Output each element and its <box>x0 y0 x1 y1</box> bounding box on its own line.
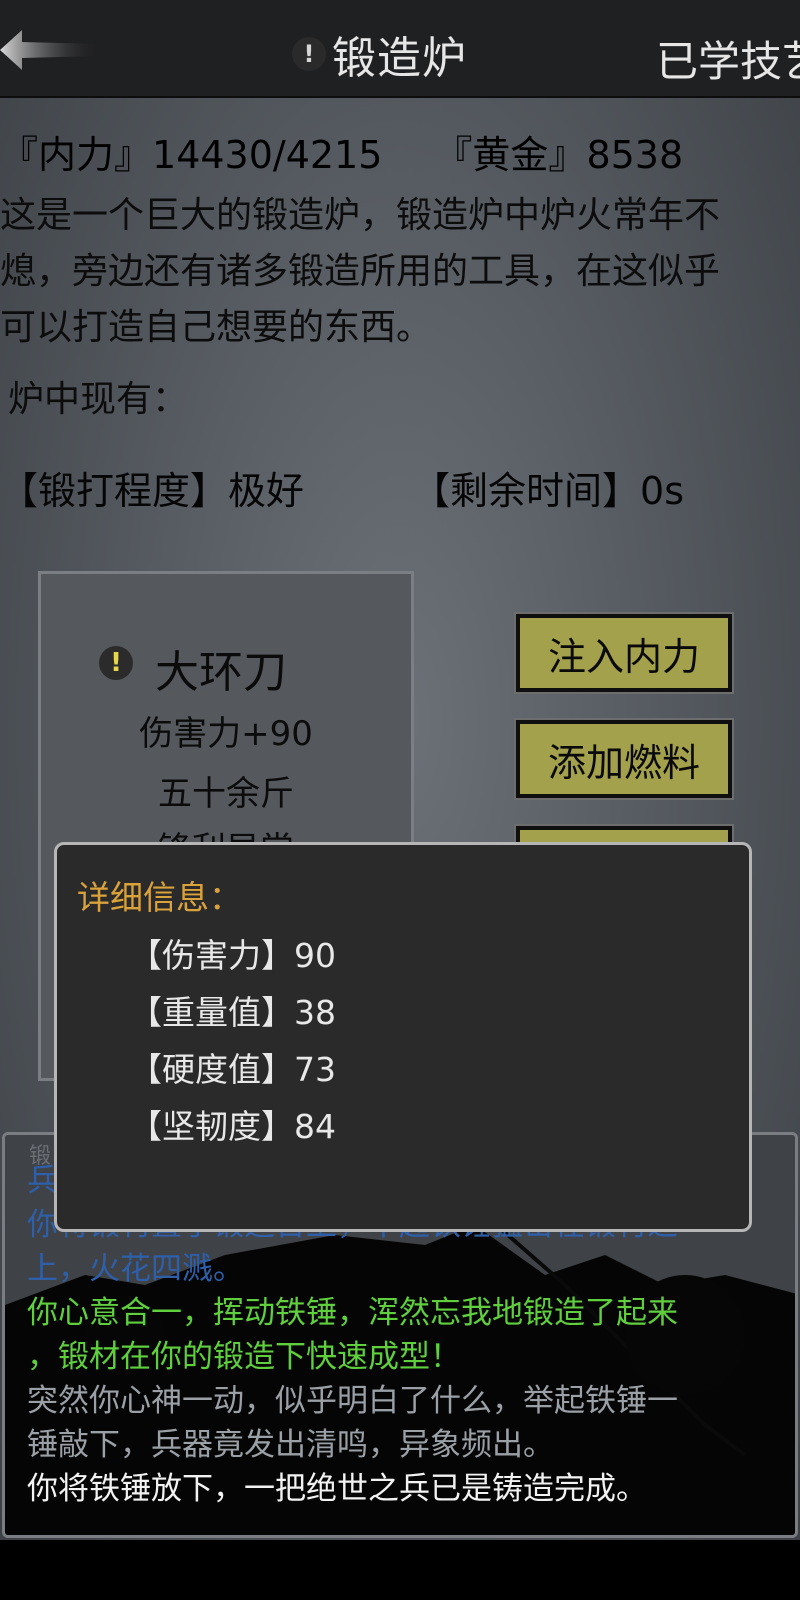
furnace-description: 这是一个巨大的锻造炉，锻造炉中炉火常年不 熄，旁边还有诸多锻造所用的工具，在这似… <box>0 188 790 356</box>
detail-title: 详细信息： <box>77 878 242 917</box>
description-line: 熄，旁边还有诸多锻造所用的工具，在这似乎 <box>0 251 721 292</box>
detail-row-weight: 【重量值】38 <box>129 986 336 1034</box>
log-line: 你将铁锤放下，一把绝世之兵已是铸造完成。 <box>27 1471 647 1507</box>
detail-value: 84 <box>294 1107 336 1146</box>
description-line: 可以打造自己想要的东西。 <box>0 307 433 348</box>
log-line: 你心意合一，挥动铁锤，浑然忘我地锻造了起来 <box>27 1295 678 1331</box>
alert-icon: ! <box>292 37 326 71</box>
detail-label: 【坚韧度】 <box>129 1107 294 1146</box>
log-line: 上，火花四溅。 <box>27 1251 244 1287</box>
detail-label: 【伤害力】 <box>129 936 294 975</box>
gold-label: 『黄金』 <box>434 133 587 177</box>
forge-level-value: 极好 <box>228 469 305 513</box>
item-attribute: 伤害力+90 <box>139 714 313 754</box>
title-wrap: ! 锻造炉 <box>292 24 467 84</box>
log-line: ，锻材在你的锻造下快速成型！ <box>27 1339 461 1375</box>
learned-skills-tab[interactable]: 已学技艺 <box>656 28 800 89</box>
inject-neili-button[interactable]: 注入内力 <box>514 612 734 694</box>
item-name: 大环刀 <box>155 647 287 698</box>
detail-row-hardness: 【硬度值】73 <box>129 1043 336 1091</box>
page-title: 锻造炉 <box>332 33 467 84</box>
remaining-time-label: 【剩余时间】 <box>412 469 641 513</box>
neili-value: 14430/4215 <box>152 133 383 177</box>
neili-label: 『内力』 <box>0 133 153 177</box>
log-line: 锤敲下，兵器竟发出清鸣，异象频出。 <box>27 1427 554 1463</box>
resource-stats: 『内力』14430/4215 『黄金』8538 <box>0 124 683 179</box>
item-alert-icon: ! <box>99 646 133 680</box>
bottom-bar <box>0 1540 800 1600</box>
gold-value: 8538 <box>586 133 684 177</box>
item-attribute: 五十余斤 <box>158 774 294 814</box>
forge-level-label: 【锻打程度】 <box>0 469 229 513</box>
add-fuel-button[interactable]: 添加燃料 <box>514 718 734 800</box>
furnace-contents-label: 炉中现有： <box>8 379 189 420</box>
detail-row-toughness: 【坚韧度】84 <box>129 1100 336 1148</box>
top-bar: ! 锻造炉 已学技艺 <box>0 0 800 98</box>
detail-row-damage: 【伤害力】90 <box>129 929 336 977</box>
remaining-time-value: 0s <box>640 469 684 513</box>
detail-value: 90 <box>294 936 336 975</box>
log-line: 突然你心神一动，似乎明白了什么，举起铁锤一 <box>27 1383 678 1419</box>
detail-label: 【重量值】 <box>129 993 294 1032</box>
detail-value: 73 <box>294 1050 336 1089</box>
back-arrow-icon[interactable] <box>0 26 100 74</box>
detail-info-popup[interactable]: 详细信息： 【伤害力】90 【重量值】38 【硬度值】73 【坚韧度】84 <box>54 842 752 1232</box>
description-line: 这是一个巨大的锻造炉，锻造炉中炉火常年不 <box>0 195 721 236</box>
remaining-time: 【剩余时间】0s <box>412 460 684 515</box>
detail-label: 【硬度值】 <box>129 1050 294 1089</box>
forge-status: 【锻打程度】极好 【剩余时间】0s <box>0 460 684 515</box>
detail-value: 38 <box>294 993 336 1032</box>
